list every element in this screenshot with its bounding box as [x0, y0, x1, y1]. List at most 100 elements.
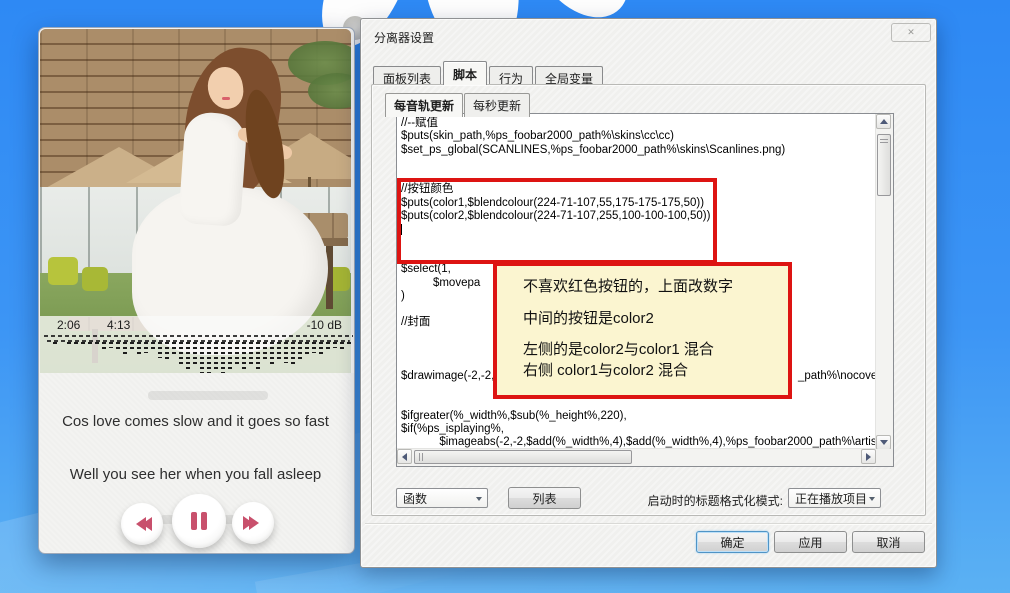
code-line: $ifgreater(%_width%,$sub(%_height%,220),	[401, 409, 627, 422]
tab-面板列表[interactable]: 面板列表	[373, 66, 442, 86]
chevron-down-icon	[476, 497, 482, 504]
waveform-bar	[88, 342, 92, 345]
waveform-bar	[305, 342, 309, 356]
ok-button[interactable]: 确定	[696, 531, 769, 553]
waveform-bar	[137, 342, 141, 356]
scroll-down-button[interactable]	[876, 435, 891, 450]
format-mode-combobox[interactable]: 正在播放项目	[788, 488, 881, 508]
tab-全局变量[interactable]: 全局变量	[535, 66, 604, 86]
waveform-bar	[158, 342, 162, 358]
dialog-title: 分离器设置	[374, 31, 435, 45]
close-button[interactable]: ✕	[891, 23, 931, 42]
function-combobox-value: 函数	[403, 491, 428, 506]
waveform-bar	[74, 342, 78, 344]
waveform-bar	[319, 342, 323, 355]
waveform-bar	[186, 342, 190, 370]
waveform-bar	[263, 342, 267, 361]
waveform-bar	[284, 342, 288, 363]
waveform-bar	[200, 342, 204, 373]
red-highlight-box	[397, 178, 717, 264]
thumb-grip-icon	[880, 139, 888, 145]
fast-forward-icon	[243, 516, 259, 530]
waveform-bar	[221, 342, 225, 377]
pause-icon	[191, 512, 207, 530]
annotation-text-line: 不喜欢红色按钮的，上面改数字	[523, 278, 734, 295]
waveform-bar	[144, 342, 148, 353]
volume-level: -10 dB	[306, 318, 342, 332]
waveform-bar	[165, 342, 169, 362]
arrow-right-icon	[866, 452, 871, 461]
waveform-bar	[179, 342, 183, 366]
vertical-scroll-thumb[interactable]	[877, 134, 891, 196]
splitter-settings-dialog: 分离器设置 ✕ 面板列表 脚本 行为 全局变量 每音轨更新 每秒更新 //--赋值 $pu…	[360, 18, 937, 568]
list-button[interactable]: 列表	[508, 487, 581, 509]
player-lower-panel: Cos love comes slow and it goes so fast …	[40, 373, 351, 552]
horizontal-scrollbar[interactable]	[397, 448, 876, 466]
code-line: $set_ps_global(SCANLINES,%ps_foobar2000_…	[401, 143, 786, 156]
divider	[365, 523, 932, 525]
vertical-scrollbar[interactable]	[875, 114, 893, 450]
waveform-bar	[235, 342, 239, 367]
code-line: $imageabs(-2,-2,$add(%_width%,4),$add(%_…	[401, 436, 875, 448]
waveform-bar	[298, 342, 302, 360]
waveform-bar	[340, 342, 344, 350]
code-line: //--赋值	[401, 117, 439, 129]
waveform-bar	[151, 342, 155, 350]
scroll-left-button[interactable]	[397, 449, 412, 464]
fast-forward-button[interactable]	[232, 502, 274, 544]
annotation-note: 不喜欢红色按钮的，上面改数字 中间的按钮是color2 左侧的是color2与col…	[493, 262, 792, 399]
code-line-fragment: _path%\nocover.	[798, 369, 875, 382]
scroll-up-button[interactable]	[876, 114, 891, 129]
waveform-bar	[228, 342, 232, 370]
tab-脚本[interactable]: 脚本	[443, 61, 488, 85]
horizontal-scroll-thumb[interactable]	[414, 450, 632, 464]
tab-bar: 面板列表 脚本 行为 全局变量	[373, 61, 605, 86]
scrollbar-corner	[876, 449, 893, 466]
arrow-left-icon	[402, 452, 407, 461]
rewind-icon	[136, 517, 152, 531]
waveform-bar	[291, 342, 295, 366]
pause-button[interactable]	[172, 494, 226, 548]
format-mode-label: 启动时的标题格式化模式:	[647, 494, 783, 508]
format-mode-value: 正在播放项目	[795, 491, 868, 506]
faded-lyric-line	[148, 391, 268, 400]
rewind-button[interactable]	[121, 503, 163, 545]
waveform-bar	[249, 342, 253, 364]
waveform-bar	[333, 342, 337, 348]
annotation-text-line: 左侧的是color2与color1 混合	[523, 341, 714, 358]
annotation-text-line: 右侧 color1与color2 混合	[523, 362, 689, 379]
waveform-bar	[312, 342, 316, 353]
waveform-bar	[116, 342, 120, 352]
subtab-每秒更新[interactable]: 每秒更新	[464, 93, 531, 117]
waveform-bar	[347, 342, 351, 345]
cancel-button[interactable]: 取消	[852, 531, 925, 553]
close-icon: ✕	[907, 27, 915, 37]
subtab-bar: 每音轨更新 每秒更新	[385, 93, 531, 117]
elapsed-time: 2:06	[57, 318, 81, 332]
waveform-display[interactable]	[40, 334, 354, 377]
thumb-grip-icon	[419, 453, 425, 461]
waveform-bar	[214, 342, 218, 372]
scroll-right-button[interactable]	[861, 449, 876, 464]
waveform-bar	[172, 342, 176, 356]
lyric-line-current: Cos love comes slow and it goes so fast	[62, 413, 329, 430]
music-player-window: 2:06 4:13 -10 dB Cos love comes slow and…	[38, 27, 355, 554]
photo-woman-torso	[178, 110, 248, 228]
waveform-bar	[256, 342, 260, 369]
photo-chair	[48, 257, 78, 285]
waveform-bar	[123, 342, 127, 354]
arrow-up-icon	[879, 119, 888, 124]
function-combobox[interactable]: 函数	[396, 488, 488, 508]
photo-chair	[82, 267, 108, 291]
subtab-每音轨更新[interactable]: 每音轨更新	[385, 93, 464, 117]
total-time: 4:13	[107, 318, 131, 332]
waveform-bar	[102, 342, 106, 350]
waveform-bar	[130, 342, 134, 351]
apply-button[interactable]: 应用	[774, 531, 847, 553]
tab-行为[interactable]: 行为	[489, 66, 534, 86]
waveform-bar	[81, 342, 85, 346]
annotation-text-line: 中间的按钮是color2	[523, 310, 654, 327]
waveform-bar	[67, 342, 71, 345]
code-line: $puts(skin_path,%ps_foobar2000_path%\ski…	[401, 130, 674, 143]
waveform-bar	[277, 342, 281, 359]
